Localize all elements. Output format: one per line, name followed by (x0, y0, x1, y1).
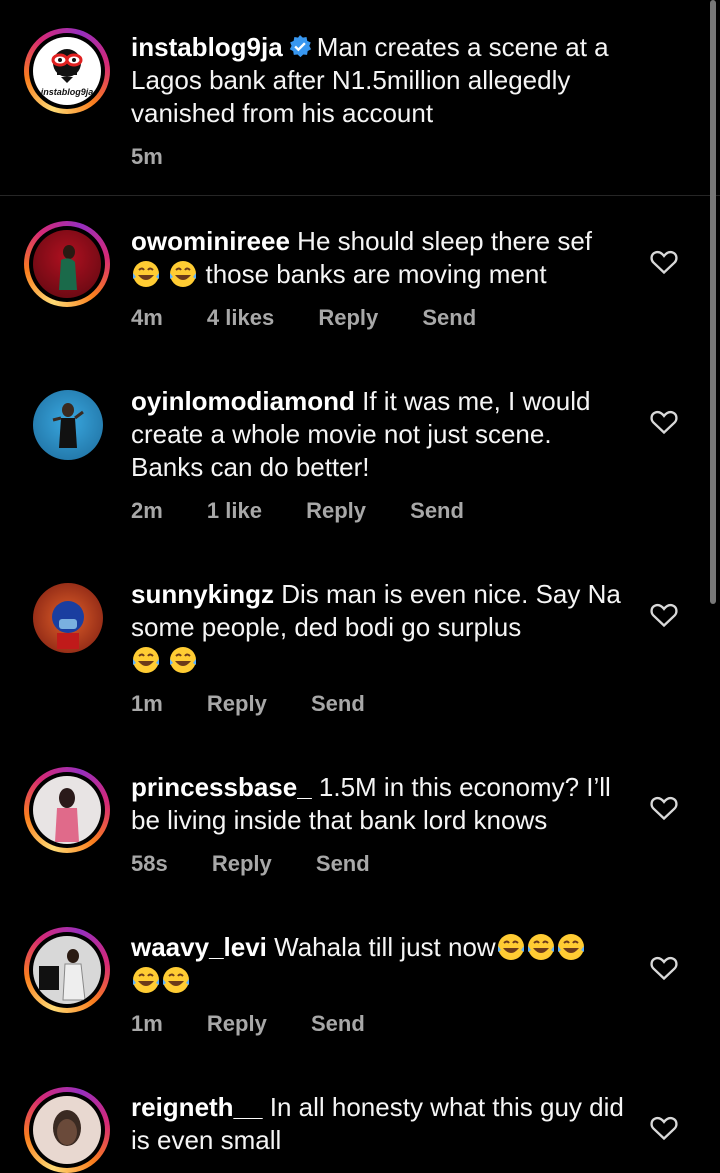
avatar-photo (33, 230, 101, 298)
reply-button[interactable]: Reply (207, 691, 267, 716)
send-button[interactable]: Send (410, 498, 464, 523)
caption-meta: 5m (131, 144, 201, 170)
comment-meta: 1m Reply Send (131, 1011, 403, 1037)
post-time: 5m (131, 144, 163, 169)
comment-text: owominireee He should sleep there sef th… (131, 225, 631, 291)
heart-outline-icon[interactable] (650, 955, 678, 981)
comment-username[interactable]: waavy_levi (131, 932, 267, 962)
send-button[interactable]: Send (311, 691, 365, 716)
face-with-tears-of-joy-emoji (133, 647, 159, 673)
face-with-tears-of-joy-emoji (133, 261, 159, 287)
comment-likes[interactable]: 1 like (207, 498, 262, 523)
commenter-avatar[interactable] (24, 927, 110, 1013)
comment-likes[interactable]: 4 likes (207, 305, 274, 330)
heart-outline-icon[interactable] (650, 795, 678, 821)
instablog9ja-logo: instablog9ja (33, 37, 101, 105)
comment-text: oyinlomodiamond If it was me, I would cr… (131, 385, 631, 484)
face-with-tears-of-joy-emoji (163, 967, 189, 993)
comment-username[interactable]: oyinlomodiamond (131, 386, 355, 416)
face-with-tears-of-joy-emoji (527, 934, 554, 960)
heart-outline-icon[interactable] (650, 1115, 678, 1141)
face-with-tears-of-joy-emoji (170, 647, 197, 673)
face-with-tears-of-joy-emoji (497, 934, 524, 960)
avatar-photo (33, 390, 103, 460)
comment-text: waavy_levi Wahala till just now (131, 931, 631, 997)
comment-text: sunnykingz Dis man is even nice. Say Na … (131, 578, 631, 677)
avatar-photo (33, 936, 101, 1004)
heart-outline-icon[interactable] (650, 409, 678, 435)
comment-body: He should sleep there sef (297, 226, 593, 256)
avatar-photo (33, 1096, 101, 1164)
commenter-avatar[interactable] (24, 381, 110, 467)
comment-meta: 58s Reply Send (131, 851, 408, 877)
face-with-tears-of-joy-emoji (557, 934, 584, 960)
reply-button[interactable]: Reply (318, 305, 378, 330)
comment-meta: 4m 4 likes Reply Send (131, 305, 514, 331)
comment-meta: 1m Reply Send (131, 691, 403, 717)
comment-username[interactable]: princessbase_ (131, 772, 312, 802)
comment-time: 2m (131, 498, 163, 523)
face-with-tears-of-joy-emoji (133, 967, 159, 993)
comment-username[interactable]: reigneth__ (131, 1092, 263, 1122)
caption-text: instablog9ja Man creates a scene at a Lag… (131, 31, 651, 130)
commenter-avatar[interactable] (24, 221, 110, 307)
reply-button[interactable]: Reply (212, 851, 272, 876)
comment-time: 58s (131, 851, 168, 876)
scrollbar[interactable] (710, 0, 716, 604)
send-button[interactable]: Send (316, 851, 370, 876)
commenter-avatar[interactable] (24, 1087, 110, 1173)
reply-button[interactable]: Reply (306, 498, 366, 523)
post-username[interactable]: instablog9ja (131, 32, 283, 62)
heart-outline-icon[interactable] (650, 249, 678, 275)
comment-text: reigneth__ In all honesty what this guy … (131, 1091, 631, 1157)
comment-time: 1m (131, 1011, 163, 1036)
post-caption: instablog9ja instablog9ja Man creates a s… (0, 0, 720, 196)
caption-divider (0, 195, 720, 196)
comment-username[interactable]: owominireee (131, 226, 290, 256)
comment-body: Wahala till just now (274, 932, 496, 962)
comment-meta: 2m 1 like Reply Send (131, 498, 502, 524)
face-with-tears-of-joy-emoji (170, 261, 197, 287)
avatar-photo (33, 776, 101, 844)
comment-time: 4m (131, 305, 163, 330)
avatar-photo (33, 583, 103, 653)
comment-body-cont: those banks are moving ment (205, 259, 547, 289)
send-button[interactable]: Send (422, 305, 476, 330)
logo-wordmark: instablog9ja (41, 87, 94, 97)
post-author-avatar[interactable]: instablog9ja (24, 28, 110, 114)
commenter-avatar[interactable] (24, 767, 110, 853)
comment-time: 1m (131, 691, 163, 716)
heart-outline-icon[interactable] (650, 602, 678, 628)
send-button[interactable]: Send (311, 1011, 365, 1036)
verified-badge-icon (289, 35, 311, 58)
commenter-avatar[interactable] (24, 574, 110, 660)
comment-text: princessbase_ 1.5M in this economy? I’ll… (131, 771, 631, 837)
reply-button[interactable]: Reply (207, 1011, 267, 1036)
comment-username[interactable]: sunnykingz (131, 579, 274, 609)
